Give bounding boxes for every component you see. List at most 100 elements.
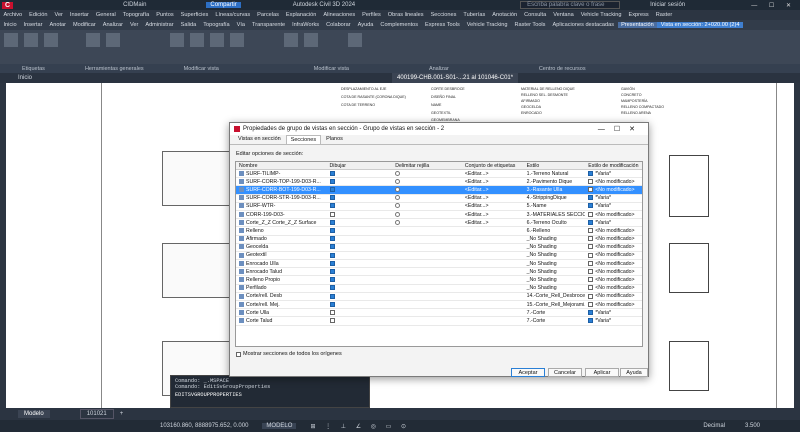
style-cell[interactable]: 3.-MATERIALES SECCIÓN: [524, 212, 586, 218]
style-cell[interactable]: 6.-Terreno Oculto: [524, 220, 586, 226]
override-checkbox[interactable]: [588, 244, 594, 250]
style-cell[interactable]: 5.-Name: [524, 203, 586, 209]
column-header-name[interactable]: Nombre: [236, 163, 327, 169]
column-header-override-style[interactable]: Estilo de modificación: [585, 163, 642, 169]
tab-road[interactable]: Vía: [233, 22, 248, 28]
draw-cell[interactable]: [327, 293, 393, 299]
window-controls[interactable]: — ☐ ✕: [751, 2, 796, 9]
draw-cell[interactable]: [327, 301, 393, 308]
tab-insert[interactable]: Insertar: [20, 22, 46, 28]
tool-icon[interactable]: [106, 33, 120, 47]
style-cell[interactable]: 7.-Corte: [524, 318, 586, 324]
menu-item-surfaces[interactable]: Superficies: [177, 12, 212, 18]
grid-row[interactable]: Enrocado Talud _No Shading <No modificado>: [236, 268, 642, 277]
draw-cell[interactable]: [327, 211, 393, 218]
draw-cell[interactable]: [327, 285, 393, 291]
draw-checkbox[interactable]: [329, 268, 335, 274]
grid-row[interactable]: Geocelda _No Shading <No modificado>: [236, 244, 642, 252]
style-cell[interactable]: 4.-StrippingDique: [524, 195, 586, 201]
draw-cell[interactable]: [327, 187, 393, 193]
draw-cell[interactable]: [327, 195, 393, 201]
draw-checkbox[interactable]: [329, 178, 335, 184]
label-set-cell[interactable]: <Editar...>: [462, 203, 524, 209]
clip-grid-cell[interactable]: [392, 211, 462, 218]
grid-row[interactable]: SURF-CORR-STR-199-D03-R... <Editar...> 4.-…: [236, 195, 642, 203]
menu-item-parcels[interactable]: Parcelas: [254, 12, 283, 18]
search-input[interactable]: Escriba palabra clave o frase: [520, 1, 621, 9]
style-cell[interactable]: 15.-Corte_Rell_Mejorami...: [524, 302, 586, 308]
draw-cell[interactable]: [327, 170, 393, 177]
override-checkbox[interactable]: [588, 195, 594, 201]
draw-cell[interactable]: [327, 219, 393, 226]
tool-icon[interactable]: [4, 33, 18, 47]
override-checkbox[interactable]: [588, 268, 594, 274]
override-checkbox[interactable]: [588, 260, 594, 266]
override-style-cell[interactable]: *Varia*: [585, 310, 642, 316]
tool-icon[interactable]: [170, 33, 184, 47]
tab-express-tools[interactable]: Express Tools: [422, 22, 464, 28]
style-cell[interactable]: 6.-Relleno: [524, 228, 586, 234]
ribbon-tool-group-5[interactable]: [348, 33, 362, 47]
app-logo-icon[interactable]: C: [2, 1, 14, 9]
menu-item-insert[interactable]: Insertar: [66, 12, 92, 18]
style-cell[interactable]: _No Shading: [524, 269, 586, 275]
override-checkbox[interactable]: [588, 277, 594, 283]
tab-vehicle-tracking[interactable]: Vehicle Tracking: [463, 22, 511, 28]
draw-checkbox[interactable]: [329, 244, 335, 250]
doc-tab-start[interactable]: Inicio: [18, 75, 32, 81]
style-cell[interactable]: _No Shading: [524, 244, 586, 250]
style-cell[interactable]: _No Shading: [524, 261, 586, 267]
override-checkbox[interactable]: [588, 203, 594, 209]
style-cell[interactable]: 14.-Corte_Rell_Desbroce: [524, 293, 586, 299]
grid-row[interactable]: Corte Talud 7.-Corte *Varia*: [236, 317, 642, 326]
draw-checkbox[interactable]: [329, 187, 335, 193]
style-cell[interactable]: _No Shading: [524, 285, 586, 291]
draw-checkbox[interactable]: [329, 219, 335, 225]
quantity-table[interactable]: [669, 243, 709, 293]
draw-checkbox[interactable]: [329, 170, 335, 176]
column-header-clip-grid[interactable]: Delimitar rejilla: [392, 163, 462, 169]
units-readout[interactable]: Decimal: [703, 423, 725, 429]
doc-tab-active-file[interactable]: 400199-CHB.001-S01-...21 al 101046-C01*: [392, 73, 519, 83]
override-checkbox[interactable]: [588, 309, 594, 315]
cancel-button[interactable]: Cancelar: [548, 368, 582, 377]
tool-icon[interactable]: [304, 33, 318, 47]
override-style-cell[interactable]: <No modificado>: [585, 269, 642, 275]
override-style-cell[interactable]: <No modificado>: [585, 261, 642, 267]
override-style-cell[interactable]: <No modificado>: [585, 212, 642, 218]
draw-cell[interactable]: [327, 309, 393, 316]
tab-sections[interactable]: Secciones: [285, 135, 322, 144]
override-style-cell[interactable]: <No modificado>: [585, 187, 642, 193]
draw-cell[interactable]: [327, 244, 393, 250]
tool-icon[interactable]: [284, 33, 298, 47]
draw-cell[interactable]: [327, 268, 393, 275]
override-checkbox[interactable]: [588, 285, 594, 291]
clip-grid-radio[interactable]: [395, 170, 401, 176]
grid-row[interactable]: Corte/rell. Desb 14.-Corte_Rell_Desbroce <…: [236, 293, 642, 301]
status-tool-icons[interactable]: ⊞ ⋮ ⊥ ∠ ◎ ▭ ⊙: [310, 423, 410, 430]
override-checkbox[interactable]: [588, 228, 594, 234]
tool-icon[interactable]: [44, 33, 58, 47]
override-style-cell[interactable]: <No modificado>: [585, 179, 642, 185]
label-set-cell[interactable]: <Editar...>: [462, 187, 524, 193]
menu-item-alignments[interactable]: Alineaciones: [320, 12, 359, 18]
draw-checkbox[interactable]: [329, 293, 335, 299]
tab-featured-apps[interactable]: Aplicaciones destacadas: [549, 22, 618, 28]
menu-item-express[interactable]: Express: [625, 12, 652, 18]
dialog-window-controls[interactable]: —☐✕: [598, 125, 644, 133]
override-style-cell[interactable]: <No modificado>: [585, 277, 642, 283]
grid-row[interactable]: Afirmado _No Shading <No modificado>: [236, 236, 642, 244]
ok-button[interactable]: Aceptar: [511, 368, 545, 377]
grid-row[interactable]: SURF-CORR-TOP-199-D03-R... <Editar...> 2.-…: [236, 178, 642, 187]
ribbon-tool-group-2[interactable]: [86, 33, 120, 47]
tab-view[interactable]: Ver: [126, 22, 141, 28]
override-style-cell[interactable]: <No modificado>: [585, 228, 642, 234]
tool-icon[interactable]: [86, 33, 100, 47]
label-set-cell[interactable]: <Editar...>: [462, 171, 524, 177]
tab-sheets[interactable]: Planos: [321, 134, 348, 144]
override-checkbox[interactable]: [588, 187, 594, 193]
draw-cell[interactable]: [327, 178, 393, 185]
tab-annotate[interactable]: Anotar: [46, 22, 69, 28]
menu-item-sections[interactable]: Secciones: [427, 12, 460, 18]
menu-item-corridors[interactable]: Obras lineales: [384, 12, 427, 18]
